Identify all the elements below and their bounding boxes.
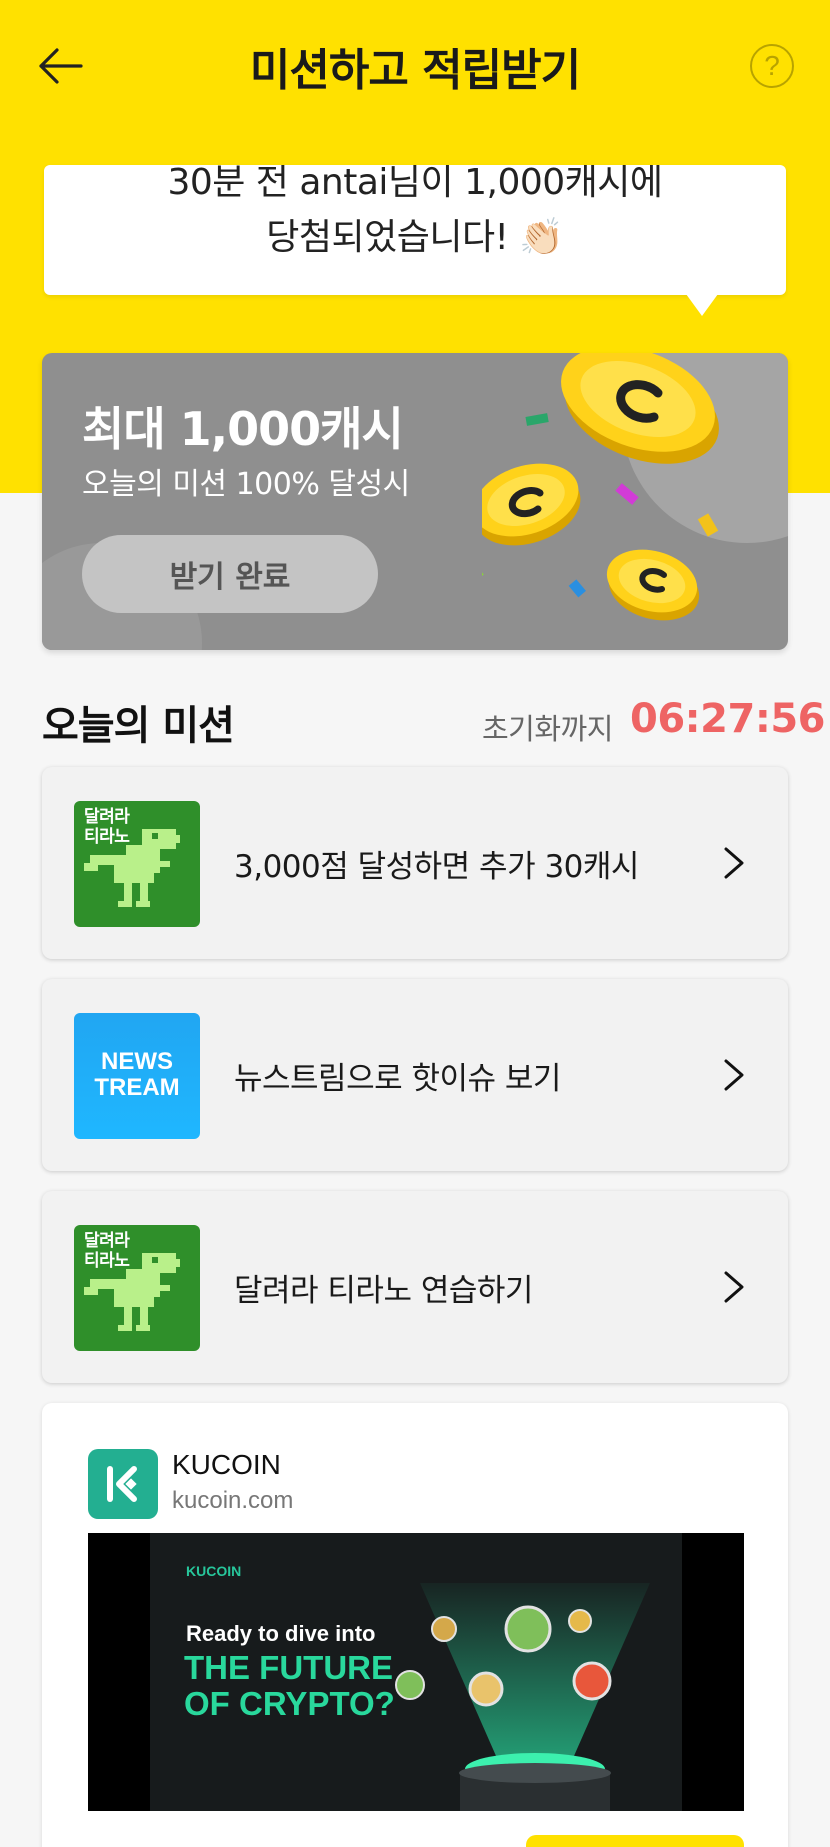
kucoin-logo-icon xyxy=(88,1449,158,1519)
reward-subtitle: 오늘의 미션 100% 달성시 xyxy=(82,467,410,502)
ad-card[interactable]: KUCOIN kucoin.com KUCOIN Ready to dive i… xyxy=(42,1403,788,1847)
banner-headline-accent: THE FUTURE xyxy=(184,1649,393,1686)
banner-headline: Ready to dive into xyxy=(186,1621,376,1646)
tyrano-game-thumbnail: 달려라 티라노 xyxy=(74,801,200,927)
chevron-right-icon xyxy=(724,1059,744,1091)
help-button[interactable]: ? xyxy=(750,44,794,88)
tyrano-game-thumbnail: 달려라 티라노 xyxy=(74,1225,200,1351)
mission-item[interactable]: 달려라 티라노 3,000점 달성하면 추가 30캐시 xyxy=(42,767,788,959)
coins-illustration xyxy=(482,353,719,621)
claim-button[interactable]: 받기 완료 xyxy=(82,535,378,613)
top-bar: 미션하고 적립받기 ? xyxy=(0,0,830,130)
ad-cta-button[interactable] xyxy=(526,1835,744,1847)
mission-label: 3,000점 달성하면 추가 30캐시 xyxy=(234,849,639,885)
advertiser-name: KUCOIN xyxy=(172,1449,281,1480)
chevron-right-icon xyxy=(724,847,744,879)
ticker-tail xyxy=(686,294,718,316)
ticker-line-previous: 30분 전 antai님이 1,000캐시에 xyxy=(167,165,663,203)
mission-label: 달려라 티라노 연습하기 xyxy=(234,1273,533,1309)
crypto-portal-illustration xyxy=(395,1583,650,1811)
missions-section-title: 오늘의 미션 xyxy=(42,703,235,749)
winner-ticker: 30분 전 antai님이 1,000캐시에 당첨되었습니다! 👏🏻 xyxy=(44,165,786,295)
thumb-text: NEWS TREAM xyxy=(94,1048,180,1101)
ad-banner-image[interactable]: KUCOIN Ready to dive into THE FUTURE OF … xyxy=(88,1533,744,1811)
reset-label: 초기화까지 xyxy=(482,712,613,746)
banner-brand: KUCOIN xyxy=(186,1563,242,1579)
banner-headline-accent: OF CRYPTO? xyxy=(184,1685,395,1722)
reward-title: 최대 1,000캐시 xyxy=(82,402,404,456)
chevron-right-icon xyxy=(724,1271,744,1303)
mission-item[interactable]: NEWS TREAM 뉴스트림으로 핫이슈 보기 xyxy=(42,979,788,1171)
reward-card: 최대 1,000캐시 오늘의 미션 100% 달성시 받기 완료 xyxy=(42,353,788,650)
ticker-line-current: 당첨되었습니다! 👏🏻 xyxy=(266,217,564,258)
dinosaur-icon xyxy=(84,829,180,907)
ad-banner-content: KUCOIN Ready to dive into THE FUTURE OF … xyxy=(150,1533,682,1811)
page-title: 미션하고 적립받기 xyxy=(249,45,581,96)
newstream-thumbnail: NEWS TREAM xyxy=(74,1013,200,1139)
reset-countdown: 06:27:56 xyxy=(630,696,825,742)
mission-item[interactable]: 달려라 티라노 달려라 티라노 연습하기 xyxy=(42,1191,788,1383)
advertiser-domain: kucoin.com xyxy=(172,1487,294,1514)
dinosaur-icon xyxy=(84,1253,180,1331)
mission-label: 뉴스트림으로 핫이슈 보기 xyxy=(234,1061,561,1097)
